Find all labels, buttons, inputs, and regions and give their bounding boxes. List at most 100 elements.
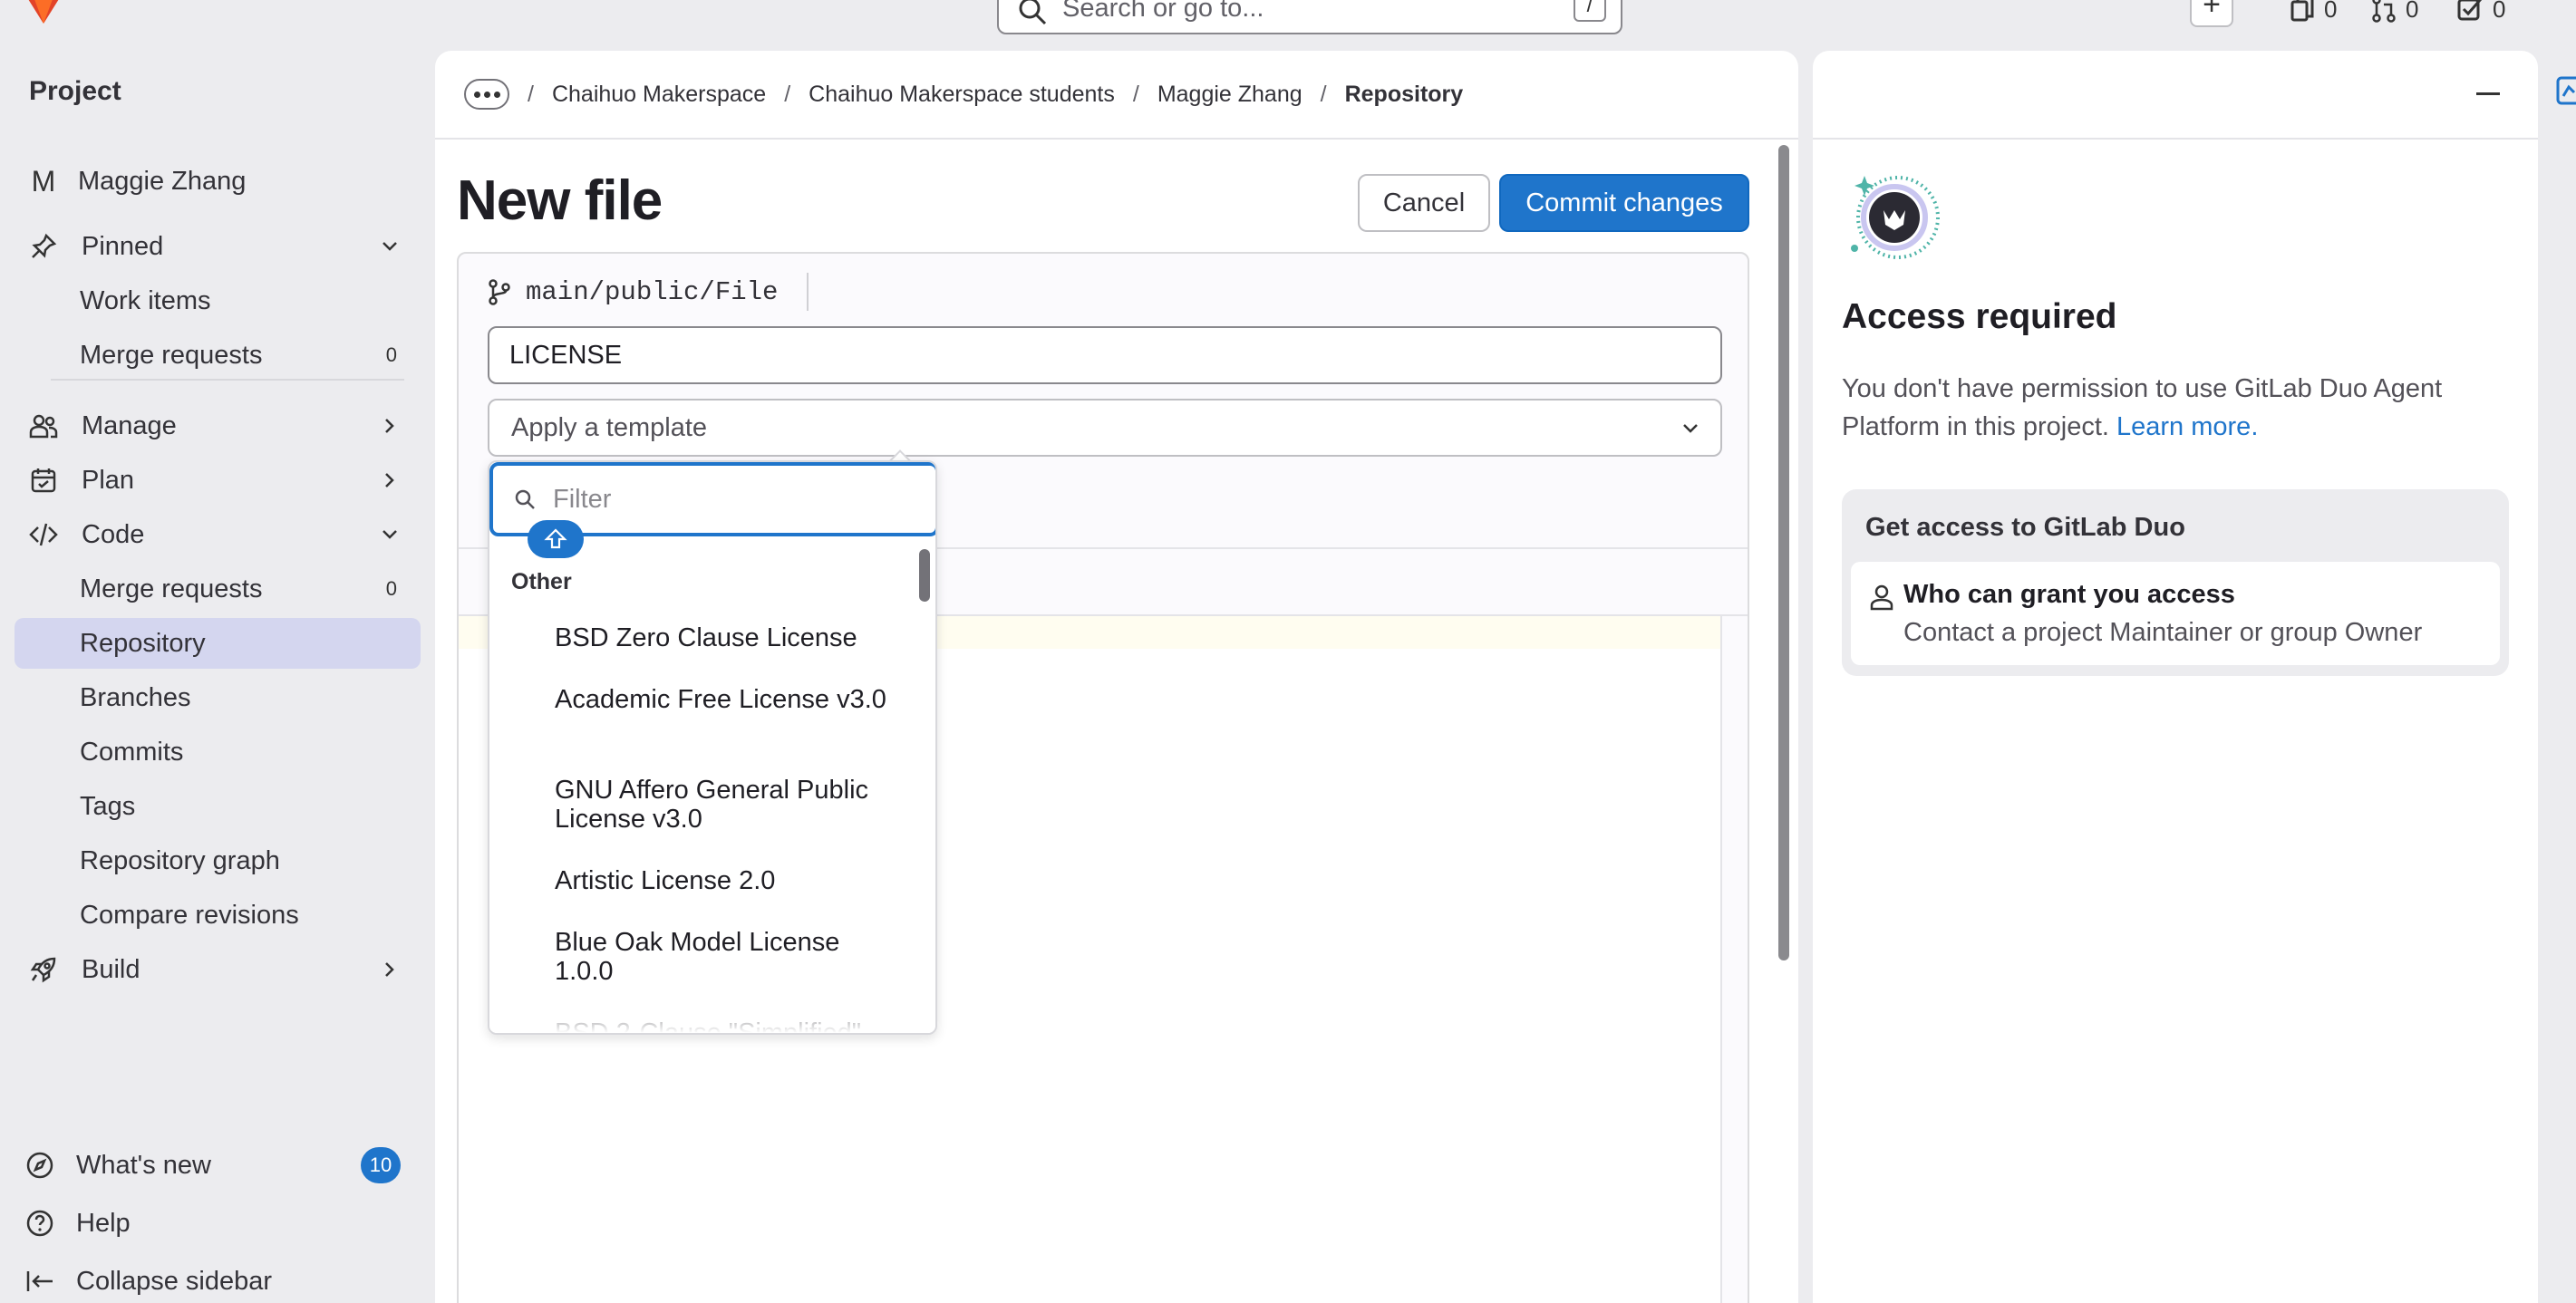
help-icon — [26, 1210, 53, 1237]
branch-icon — [489, 279, 510, 305]
sidebar-item-work-items[interactable]: Work items — [15, 275, 421, 326]
todos-button[interactable]: 0 — [2456, 0, 2505, 24]
duo-logo-icon — [1851, 176, 1940, 259]
sidebar-item-label: Merge requests — [80, 340, 263, 370]
access-required-text: You don't have permission to use GitLab … — [1842, 370, 2513, 446]
file-name-input[interactable] — [488, 326, 1722, 384]
search-bar[interactable]: Search or go to... / — [997, 0, 1622, 34]
access-required-title: Access required — [1842, 297, 2117, 336]
shift-key-indicator — [528, 520, 584, 558]
users-icon — [29, 414, 58, 439]
chevron-down-icon — [1683, 424, 1698, 433]
template-dropdown: Other BSD Zero Clause License Academic F… — [488, 460, 937, 1035]
todos-count: 0 — [2493, 0, 2506, 23]
code-icon — [29, 523, 58, 546]
sidebar-item-label: Tags — [80, 791, 136, 821]
sidebar-item-label: Build — [82, 954, 140, 984]
sidebar-project-link[interactable]: M Maggie Zhang — [15, 156, 421, 207]
sidebar-title: Project — [29, 76, 121, 106]
sidebar-item-label: Collapse sidebar — [76, 1266, 273, 1296]
project-name: Maggie Zhang — [78, 166, 247, 196]
duo-chat-icon[interactable] — [2554, 74, 2576, 111]
sidebar-item-label: Plan — [82, 465, 135, 495]
template-select[interactable]: Apply a template — [488, 399, 1722, 457]
sidebar-whats-new[interactable]: What's new 10 — [15, 1140, 421, 1191]
issues-button[interactable]: 0 — [2290, 0, 2337, 24]
sidebar-item-build[interactable]: Build — [15, 944, 421, 995]
breadcrumb-item-project[interactable]: Maggie Zhang — [1157, 82, 1303, 108]
breadcrumb-item-current[interactable]: Repository — [1345, 82, 1464, 108]
rocket-icon — [30, 957, 56, 983]
sidebar-item-label: Pinned — [82, 231, 164, 261]
template-select-label: Apply a template — [511, 413, 708, 442]
get-access-title: Get access to GitLab Duo — [1865, 513, 2185, 542]
dropdown-scrollbar[interactable] — [919, 549, 930, 602]
dropdown-option[interactable]: Academic Free License v3.0 — [555, 685, 899, 714]
minimize-icon[interactable] — [2476, 92, 2500, 95]
top-bar: Search or go to... / + 0 0 0 — [0, 0, 2576, 47]
search-icon — [515, 489, 535, 509]
compass-icon — [26, 1152, 53, 1179]
sidebar-item-count: 0 — [385, 577, 397, 600]
sidebar: Project M Maggie Zhang Pinned Work items… — [0, 47, 435, 1303]
cancel-button[interactable]: Cancel — [1358, 174, 1490, 232]
chevron-right-icon — [385, 419, 394, 433]
sidebar-item-repository-graph[interactable]: Repository graph — [15, 835, 421, 886]
dropdown-option[interactable]: GNU Affero General Public License v3.0 — [555, 776, 899, 834]
search-placeholder: Search or go to... — [1062, 0, 1264, 23]
sidebar-item-manage[interactable]: Manage — [15, 401, 421, 451]
who-can-grant-box: Who can grant you access Contact a proje… — [1851, 562, 2500, 665]
sidebar-item-tags[interactable]: Tags — [15, 781, 421, 832]
sidebar-item-label: Work items — [80, 285, 211, 315]
sidebar-collapse[interactable]: Collapse sidebar — [15, 1256, 421, 1303]
commit-changes-button[interactable]: Commit changes — [1499, 174, 1749, 232]
breadcrumb-item-group[interactable]: Chaihuo Makerspace — [552, 82, 766, 108]
sidebar-item-label: Branches — [80, 682, 191, 712]
merge-requests-button[interactable]: 0 — [2371, 0, 2418, 24]
sidebar-item-pinned-merge-requests[interactable]: Merge requests 0 — [15, 330, 421, 381]
collapse-sidebar-icon — [26, 1271, 53, 1291]
sidebar-item-plan[interactable]: Plan — [15, 455, 421, 506]
sidebar-item-count: 0 — [385, 343, 397, 366]
sidebar-item-commits[interactable]: Commits — [15, 727, 421, 777]
breadcrumb: / Chaihuo Makerspace / Chaihuo Makerspac… — [435, 51, 1798, 140]
calendar-icon — [31, 468, 56, 493]
sidebar-item-label: Compare revisions — [80, 900, 299, 930]
sidebar-item-label: Repository — [80, 628, 206, 658]
breadcrumb-item-subgroup[interactable]: Chaihuo Makerspace students — [809, 82, 1115, 108]
get-access-card: Get access to GitLab Duo Who can grant y… — [1842, 489, 2509, 676]
dropdown-option[interactable]: Artistic License 2.0 — [555, 866, 899, 895]
sidebar-item-label: Help — [76, 1208, 131, 1238]
dropdown-option[interactable]: Blue Oak Model License 1.0.0 — [555, 928, 899, 986]
gitlab-logo-icon[interactable] — [22, 0, 65, 25]
learn-more-link[interactable]: Learn more. — [2116, 412, 2258, 441]
shift-arrow-icon — [544, 528, 567, 549]
sidebar-item-label: Code — [82, 519, 145, 549]
sidebar-item-label: What's new — [76, 1150, 211, 1180]
search-shortcut-key: / — [1574, 0, 1606, 22]
sidebar-help[interactable]: Help — [15, 1198, 421, 1249]
sidebar-item-pinned[interactable]: Pinned — [15, 221, 421, 272]
todo-icon — [2457, 0, 2483, 21]
merge-requests-count: 0 — [2406, 0, 2419, 23]
dropdown-group-label: Other — [511, 569, 572, 594]
sidebar-item-branches[interactable]: Branches — [15, 672, 421, 723]
sidebar-item-compare-revisions[interactable]: Compare revisions — [15, 890, 421, 941]
sidebar-item-label: Merge requests — [80, 574, 263, 603]
page-title: New file — [457, 169, 663, 232]
sidebar-item-code[interactable]: Code — [15, 509, 421, 560]
sidebar-item-repository[interactable]: Repository — [15, 618, 421, 669]
sidebar-item-label: Commits — [80, 737, 184, 767]
user-icon — [1870, 584, 1893, 611]
main-scrollbar[interactable] — [1778, 145, 1789, 960]
sidebar-item-label: Repository graph — [80, 845, 280, 875]
who-can-grant-text: Contact a project Maintainer or group Ow… — [1903, 618, 2423, 647]
sidebar-item-merge-requests[interactable]: Merge requests 0 — [15, 564, 421, 614]
filter-input[interactable] — [553, 484, 897, 515]
breadcrumb-expand-button[interactable] — [464, 79, 509, 110]
sidebar-item-label: Manage — [82, 410, 177, 440]
create-new-button[interactable]: + — [2190, 0, 2233, 27]
who-can-grant-title: Who can grant you access — [1903, 580, 2235, 609]
chevron-right-icon — [385, 473, 394, 487]
dropdown-option[interactable]: BSD Zero Clause License — [555, 623, 899, 652]
